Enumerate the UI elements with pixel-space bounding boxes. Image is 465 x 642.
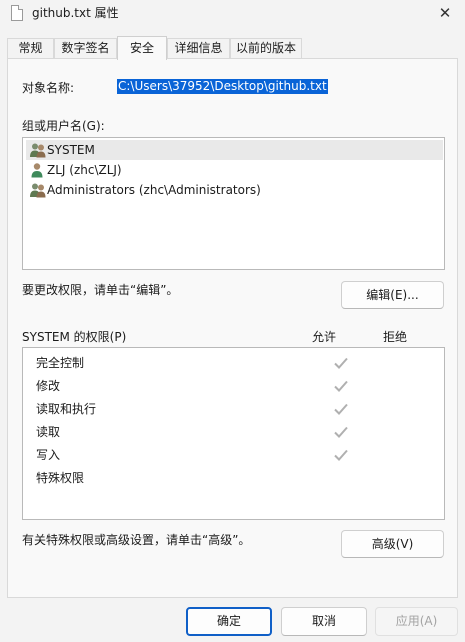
tab-security[interactable]: 安全: [117, 36, 167, 60]
user-name: SYSTEM: [47, 143, 95, 157]
list-item-zlj[interactable]: ZLJ (zhc\ZLJ): [26, 160, 443, 180]
apply-button[interactable]: 应用(A): [375, 607, 458, 636]
check-icon: [334, 380, 348, 392]
user-name: ZLJ (zhc\ZLJ): [47, 163, 122, 177]
list-item-system[interactable]: SYSTEM: [26, 140, 443, 160]
permission-name: 修改: [36, 379, 61, 393]
user-icon: [31, 163, 43, 178]
check-icon: [334, 426, 348, 438]
close-button[interactable]: ✕: [425, 0, 465, 28]
permission-row: 完全控制: [36, 353, 436, 373]
user-list[interactable]: SYSTEM ZLJ (zhc\ZLJ) Administrators (zhc…: [22, 137, 445, 270]
advanced-button[interactable]: 高级(V): [341, 530, 444, 558]
ok-button[interactable]: 确定: [186, 607, 272, 636]
user-group-icon: [30, 143, 46, 158]
edit-button[interactable]: 编辑(E)...: [341, 281, 444, 309]
permission-row: 读取和执行: [36, 399, 436, 419]
tab-digital-signatures[interactable]: 数字签名: [54, 38, 117, 59]
object-name-label: 对象名称:: [22, 81, 75, 95]
allow-column-header: 允许: [312, 330, 337, 344]
permission-name: 写入: [36, 448, 61, 462]
change-permissions-hint: 要更改权限，请单击“编辑”。: [22, 283, 179, 297]
window-title: github.txt 属性: [32, 6, 119, 20]
permission-row: 修改: [36, 376, 436, 396]
permission-row: 读取: [36, 422, 436, 442]
document-icon: [11, 5, 23, 21]
object-name-value[interactable]: C:\Users\37952\Desktop\github.txt: [117, 79, 328, 94]
permission-name: 特殊权限: [36, 471, 85, 485]
check-icon: [334, 403, 348, 415]
title-bar: github.txt 属性 ✕: [0, 0, 465, 28]
user-group-icon: [30, 183, 46, 198]
permissions-label: SYSTEM 的权限(P): [22, 330, 127, 344]
tab-previous-versions[interactable]: 以前的版本: [230, 38, 302, 59]
permissions-list[interactable]: 完全控制 修改 读取和执行 读取 写入 特殊权限: [22, 347, 445, 520]
permission-name: 读取: [36, 425, 61, 439]
list-item-administrators[interactable]: Administrators (zhc\Administrators): [26, 180, 443, 200]
check-icon: [334, 449, 348, 461]
user-name: Administrators (zhc\Administrators): [47, 183, 261, 197]
permission-name: 完全控制: [36, 356, 85, 370]
tab-details[interactable]: 详细信息: [167, 38, 230, 59]
permission-row: 写入: [36, 445, 436, 465]
tab-general[interactable]: 常规: [7, 38, 54, 59]
permission-name: 读取和执行: [36, 402, 97, 416]
cancel-button[interactable]: 取消: [281, 607, 367, 636]
permission-row: 特殊权限: [36, 468, 436, 488]
check-icon: [334, 357, 348, 369]
group-users-label: 组或用户名(G):: [22, 119, 105, 133]
deny-column-header: 拒绝: [383, 330, 408, 344]
advanced-settings-hint: 有关特殊权限或高级设置，请单击“高级”。: [22, 533, 251, 547]
